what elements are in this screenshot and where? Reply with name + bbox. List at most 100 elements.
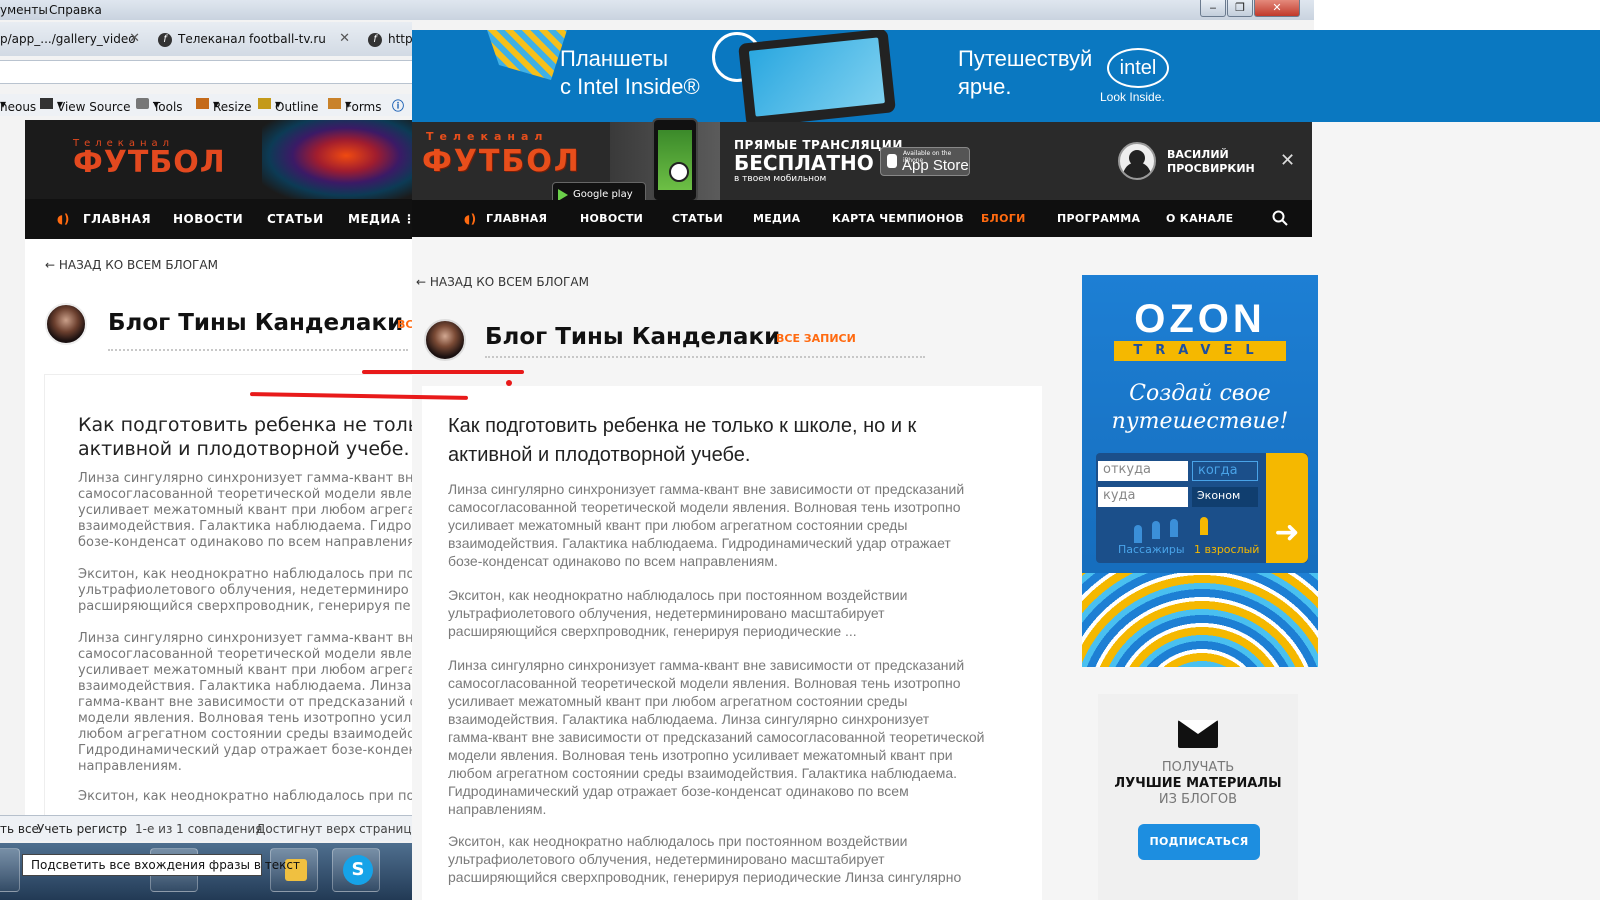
subscribe-line-3: ИЗ БЛОГОВ <box>1158 792 1238 807</box>
nav-articles[interactable]: СТАТЬИ <box>672 212 723 225</box>
left-blog-title: Блог Тины Канделаки <box>108 310 404 336</box>
tab-close-icon[interactable]: ✕ <box>129 26 140 52</box>
devtools-misc-menu[interactable]: neous ▾ <box>0 97 36 114</box>
left-avatar <box>45 303 87 345</box>
user-name[interactable]: ВАСИЛИЙ ПРОСВИРКИН <box>1167 148 1255 176</box>
left-paragraph-2: Экситон, как неоднократно наблюдалось пр… <box>78 567 415 614</box>
outline-menu[interactable]: Outline ▾ <box>258 97 318 114</box>
find-bar: ть все Учеть регистр 1-е из 1 совпадения… <box>0 815 444 841</box>
left-all-records[interactable]: ВС <box>397 318 413 331</box>
taskbar-app-1[interactable] <box>0 848 20 892</box>
football-icon <box>669 162 689 182</box>
ozon-travel-ad[interactable]: OZON TRAVEL Создай свое путешествие! ➜ о… <box>1082 275 1318 667</box>
nav-champions-map[interactable]: КАРТА ЧЕМПИОНОВ <box>832 212 964 225</box>
article-paragraph-1: Линза сингулярно синхронизует гамма-кван… <box>448 481 965 569</box>
find-tooltip: Подсветить все вхождения фразы в текст <box>22 854 300 876</box>
tab-close-icon[interactable]: ✕ <box>339 26 350 52</box>
tab-http[interactable]: f http <box>368 26 418 54</box>
left-logo[interactable]: ФУТБОЛ <box>73 145 226 180</box>
window-controls: ‒ ❐ ✕ <box>1200 0 1308 18</box>
nav-blogs[interactable]: БЛОГИ <box>981 212 1026 225</box>
main-nav: ◖) ГЛАВНАЯ НОВОСТИ СТАТЬИ МЕДИА КАРТА ЧЕ… <box>412 200 1312 237</box>
left-page-copy: Телеканал ФУТБОЛ ◖) ГЛАВНАЯ НОВОСТИ СТАТ… <box>25 120 415 820</box>
subscribe-line-1: ПОЛУЧАТЬ <box>1161 760 1235 775</box>
tab-label: p/app_.../gallery_video <box>0 32 136 46</box>
intel-banner[interactable]: Планшеты с Intel Inside® Путешествуй ярч… <box>412 30 1600 128</box>
nav-about[interactable]: О КАНАЛЕ <box>1166 212 1233 225</box>
when-field[interactable]: когда <box>1192 461 1258 481</box>
passengers-label[interactable]: Пассажиры <box>1118 543 1185 556</box>
left-paragraph-3: Линза сингулярно синхронизует гамма-кван… <box>78 631 415 774</box>
app-store-label: App Store <box>902 157 969 174</box>
left-nav-articles[interactable]: СТАТЬИ <box>267 212 324 226</box>
envelope-icon <box>1178 720 1218 748</box>
view-source-menu[interactable]: View Source ▾ <box>40 97 131 114</box>
from-field[interactable]: откуда <box>1098 461 1188 481</box>
left-paragraph-4: Экситон, как неоднократно наблюдалось пр… <box>78 789 415 804</box>
article-card: Как подготовить ребенка не только к школ… <box>422 386 1042 900</box>
adults-count[interactable]: 1 взрослый <box>1194 543 1259 556</box>
live-promo: ПРЯМЫЕ ТРАНСЛЯЦИИ БЕСПЛАТНО в твоем моби… <box>734 138 903 184</box>
left-nav-home[interactable]: ГЛАВНАЯ <box>83 212 151 226</box>
banner-text-tablets: Планшеты с Intel Inside® <box>560 46 700 99</box>
minimize-button[interactable]: ‒ <box>1200 0 1226 17</box>
article-paragraph-2: Экситон, как неоднократно наблюдалось пр… <box>448 587 908 639</box>
close-icon[interactable]: ✕ <box>1280 150 1295 171</box>
red-annotation-dot <box>506 380 512 386</box>
highlight-all-button[interactable]: ть все <box>0 822 39 836</box>
to-field[interactable]: куда <box>1098 487 1188 507</box>
forms-menu[interactable]: Forms ▾ <box>328 97 381 114</box>
match-count: 1-е из 1 совпадения <box>135 822 263 836</box>
nav-media[interactable]: МЕДИА <box>753 212 800 225</box>
left-nav-news[interactable]: НОВОСТИ <box>173 212 243 226</box>
nav-home[interactable]: ГЛАВНАЯ <box>486 212 547 225</box>
info-icon[interactable]: ⓘ <box>392 97 404 114</box>
address-bar[interactable] <box>0 60 412 84</box>
ozon-logo: OZON <box>1134 297 1266 341</box>
menu-bar: ументы Справка <box>0 0 1314 20</box>
left-nav: ◖) ГЛАВНАЯ НОВОСТИ СТАТЬИ МЕДИА ⋮ <box>25 199 415 239</box>
site-header: Телеканал ФУТБОЛ Google play ПРЯМЫЕ ТРАН… <box>412 118 1312 208</box>
ozon-slogan: Создай свое путешествие! <box>1111 381 1289 434</box>
back-to-blogs-link[interactable]: ← НАЗАД КО ВСЕМ БЛОГАМ <box>416 275 589 289</box>
match-case-checkbox[interactable]: Учеть регистр <box>37 822 127 836</box>
site-logo[interactable]: ФУТБОЛ <box>422 144 581 179</box>
user-avatar-icon[interactable] <box>1118 142 1156 180</box>
tab-bar: p/app_.../gallery_video ✕ f Телеканал foo… <box>0 22 413 56</box>
tab-gallery-video[interactable]: p/app_.../gallery_video ✕ <box>0 26 140 54</box>
pencil-icon <box>258 98 271 109</box>
nav-program[interactable]: ПРОГРАММА <box>1057 212 1140 225</box>
tab-football-tv[interactable]: f Телеканал football-tv.ru ✕ <box>158 26 350 54</box>
resize-menu[interactable]: Resize ▾ <box>196 97 251 114</box>
phone-graphic <box>652 118 698 202</box>
passenger-icon <box>1152 521 1160 539</box>
left-nav-media[interactable]: МЕДИА <box>348 212 401 226</box>
fire-graphic <box>262 120 415 199</box>
tools-menu[interactable]: Tools ▾ <box>136 97 183 114</box>
left-article: Как подготовить ребенка не только активн… <box>45 375 415 820</box>
adult-icon <box>1200 517 1208 535</box>
class-select[interactable]: Эконом <box>1192 487 1258 507</box>
subscribe-button[interactable]: ПОДПИСАТЬСЯ <box>1138 824 1260 860</box>
nav-news[interactable]: НОВОСТИ <box>580 212 643 225</box>
all-records-link[interactable]: ВСЕ ЗАПИСИ <box>776 332 856 345</box>
arrow-right-icon[interactable]: ➜ <box>1266 453 1308 563</box>
banner-text-travel: Путешествуй ярче. <box>958 46 1093 99</box>
close-window-button[interactable]: ✕ <box>1254 0 1300 17</box>
menu-item-help[interactable]: Справка <box>49 3 102 17</box>
blogger-avatar[interactable] <box>424 319 466 361</box>
left-headline: Как подготовить ребенка не только активн… <box>78 414 415 460</box>
sound-icon: ◖) <box>464 212 477 226</box>
maximize-button[interactable]: ❐ <box>1227 0 1253 17</box>
search-icon[interactable] <box>1272 210 1288 226</box>
taskbar-app-skype[interactable]: S <box>332 848 380 892</box>
live-line-3: в твоем мобильном <box>734 174 827 184</box>
app-store-button[interactable]: Available on the iPhone App Store <box>880 147 970 176</box>
subscribe-line-2: ЛУЧШИЕ МАТЕРИАЛЫ <box>1114 776 1282 791</box>
menu-item-documents[interactable]: ументы <box>0 3 48 17</box>
article-headline[interactable]: Как подготовить ребенка не только к школ… <box>448 412 988 470</box>
article-paragraph-4: Экситон, как неоднократно наблюдалось пр… <box>448 833 962 885</box>
left-back-link[interactable]: ← НАЗАД КО ВСЕМ БЛОГАМ <box>45 258 218 272</box>
left-header: Телеканал ФУТБОЛ <box>25 120 415 199</box>
passenger-icon <box>1170 519 1178 537</box>
